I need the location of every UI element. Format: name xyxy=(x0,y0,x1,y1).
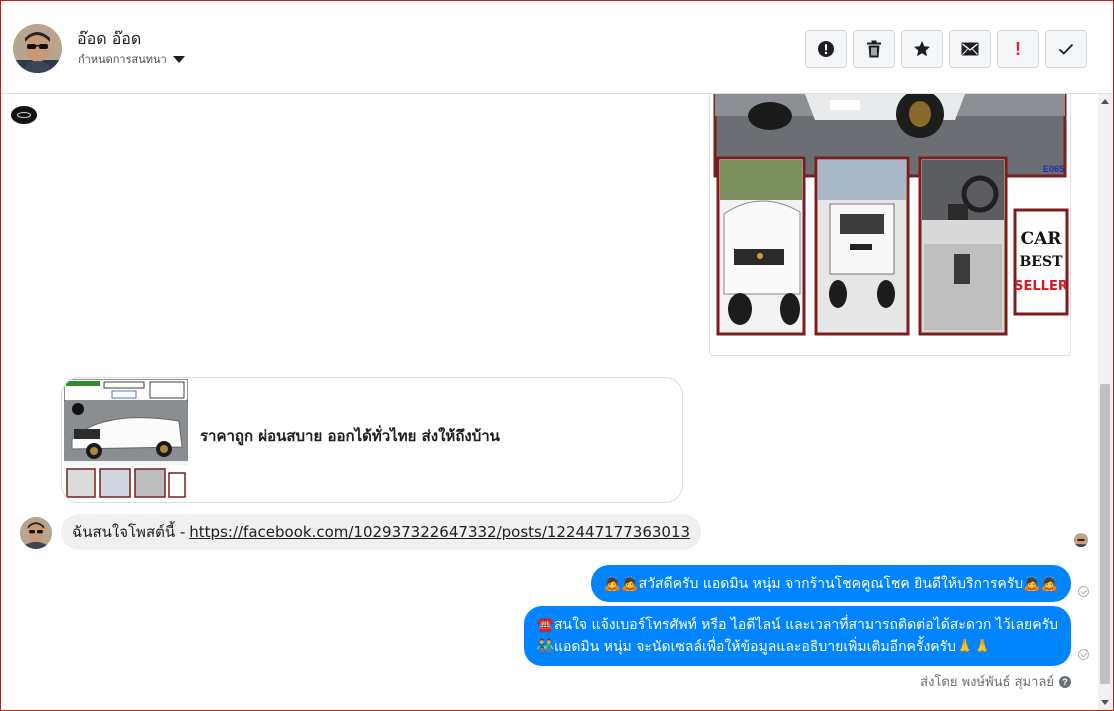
outgoing-message-line: ☎️สนใจ แจ้งเบอร์โทรศัพท์ หรือ ไอดีไลน์ แ… xyxy=(536,617,1058,633)
post-link[interactable]: https://facebook.com/102937322647332/pos… xyxy=(189,523,690,541)
thread-scrollbar[interactable] xyxy=(1098,94,1112,710)
sent-by-text: ส่งโดย พงษ์พันธ์ สุมาลย์ xyxy=(920,675,1054,690)
shared-post-card[interactable]: ราคาถูก ผ่อนสบาย ออกได้ทั่วไทย ส่งให้ถึง… xyxy=(61,377,683,503)
logo-line-best: BEST xyxy=(1019,254,1063,270)
spam-button[interactable] xyxy=(805,30,847,68)
app-frame: อ๊อด อ๊อด กำหนดการสนทนา ! E065 CAR BEST … xyxy=(0,0,1114,711)
conversation-toolbar: ! xyxy=(805,30,1087,68)
logo-line-car: CAR xyxy=(1021,229,1063,249)
read-receipt-photo xyxy=(1074,534,1088,547)
incoming-message-bubble[interactable]: ฉันสนใจโพสต์นี้ - https://facebook.com/1… xyxy=(61,514,702,550)
logo-line-seller: SELLER xyxy=(1014,279,1068,294)
shared-post-thumbnail xyxy=(64,379,188,501)
outgoing-message-bubble[interactable]: ☎️สนใจ แจ้งเบอร์โทรศัพท์ หรือ ไอดีไลน์ แ… xyxy=(523,606,1071,666)
contact-name: อ๊อด อ๊อด xyxy=(77,29,142,48)
caret-down-icon xyxy=(172,56,185,63)
car-image-attachment[interactable]: E065 CAR BEST SELLER xyxy=(709,94,1071,356)
star-button[interactable] xyxy=(901,30,943,68)
car-photo-collage: E065 CAR BEST SELLER xyxy=(710,94,1070,355)
sent-check-icon xyxy=(1078,586,1089,597)
help-icon[interactable]: ? xyxy=(1059,675,1071,688)
envelope-icon xyxy=(961,42,979,56)
trash-icon xyxy=(867,40,881,58)
scrollbar-thumb[interactable] xyxy=(1100,384,1110,684)
incoming-message-prefix: ฉันสนใจโพสต์นี้ - xyxy=(72,523,186,541)
outgoing-message-bubble[interactable]: 🙇🙇สวัสดีครับ แอดมิน หนุ่ม จากร้านโชคคูณโ… xyxy=(590,565,1071,602)
shared-post-text: ราคาถูก ผ่อนสบาย ออกได้ทั่วไทย ส่งให้ถึง… xyxy=(200,427,500,445)
mark-done-button[interactable] xyxy=(1045,30,1087,68)
avatar-photo-small xyxy=(20,517,52,549)
alert-circle-icon xyxy=(818,41,834,57)
contact-avatar[interactable] xyxy=(13,24,62,73)
exclamation-icon: ! xyxy=(1015,38,1021,59)
scroll-up-arrow-icon[interactable] xyxy=(1101,99,1109,104)
outgoing-message-line: 👬แอดมิน หนุ่ม จะนัดเซลล์เพื่อให้ข้อมูลแล… xyxy=(536,639,991,655)
assign-conversation-dropdown[interactable]: กำหนดการสนทนา xyxy=(78,50,185,68)
mark-unread-button[interactable] xyxy=(949,30,991,68)
scroll-down-arrow-icon[interactable] xyxy=(1101,700,1109,705)
page-logo-icon xyxy=(11,106,37,124)
read-receipt-avatar xyxy=(1074,533,1088,547)
conversation-header: อ๊อด อ๊อด กำหนดการสนทนา ! xyxy=(1,1,1113,94)
outgoing-message-text: 🙇🙇สวัสดีครับ แอดมิน หนุ่ม จากร้านโชคคูณโ… xyxy=(603,575,1058,592)
badge-text: E065 xyxy=(1043,164,1064,174)
customer-avatar[interactable] xyxy=(20,517,52,549)
checkmark-icon xyxy=(1058,43,1074,55)
sent-check-icon xyxy=(1078,649,1089,660)
follow-up-button[interactable]: ! xyxy=(997,30,1039,68)
sent-by-label: ส่งโดย พงษ์พันธ์ สุมาลย์ ? xyxy=(920,671,1071,692)
assign-label: กำหนดการสนทนา xyxy=(78,53,167,66)
message-thread[interactable]: E065 CAR BEST SELLER ราคาถูก ผ่อนสบาย ออ… xyxy=(1,94,1099,710)
star-icon xyxy=(914,41,930,57)
delete-button[interactable] xyxy=(853,30,895,68)
avatar-photo xyxy=(13,24,62,73)
